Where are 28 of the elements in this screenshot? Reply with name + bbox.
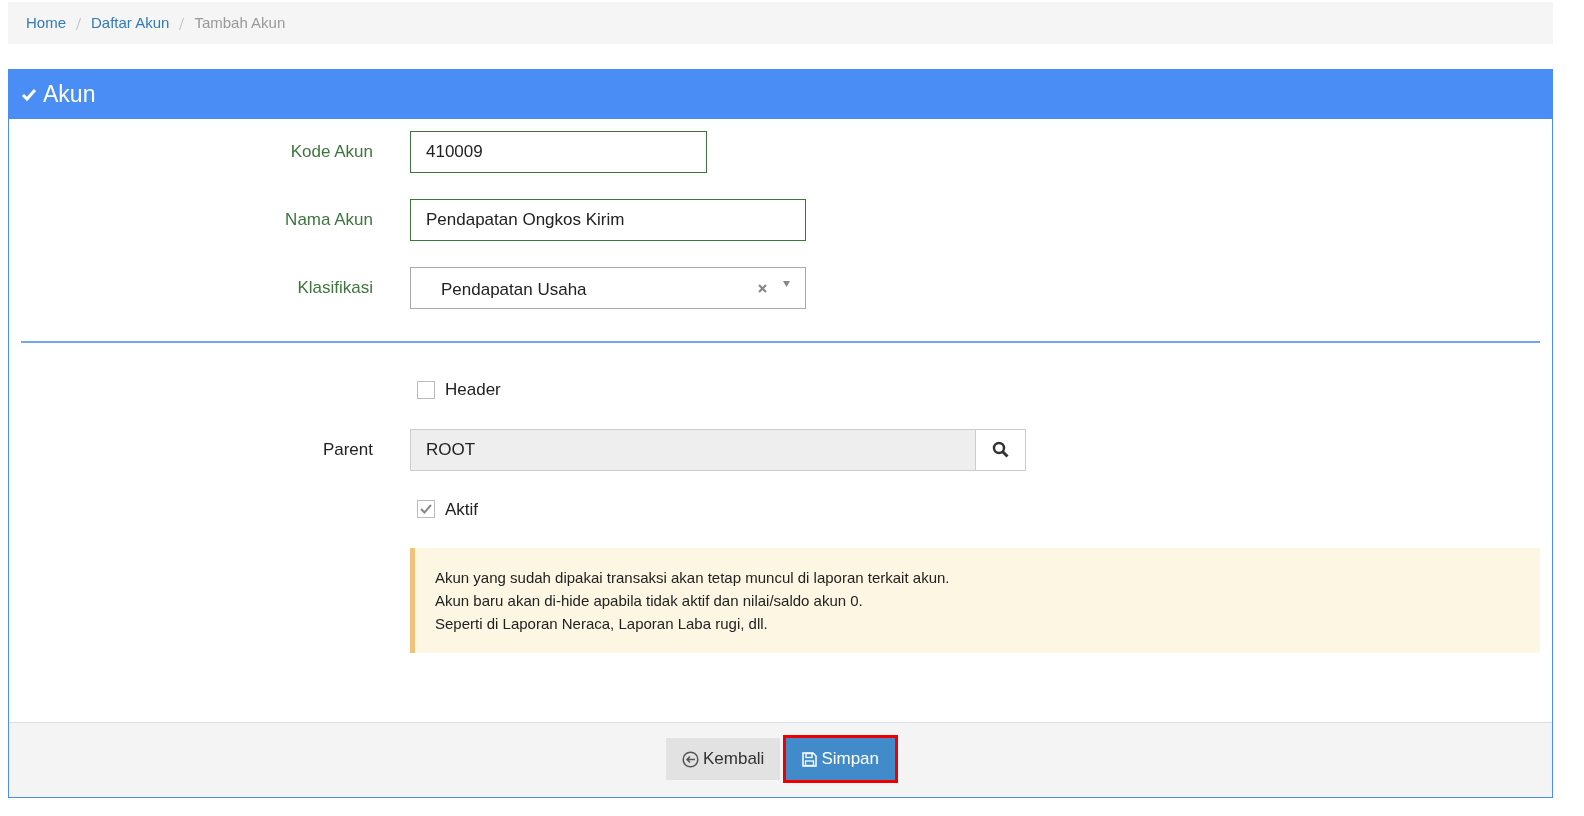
breadcrumb-current: Tambah Akun bbox=[194, 12, 286, 33]
clear-icon[interactable] bbox=[758, 283, 767, 293]
field-label: Parent bbox=[321, 438, 373, 461]
checkbox-label: Aktif bbox=[445, 498, 479, 521]
breadcrumb-separator-icon bbox=[179, 17, 185, 30]
notice-text: Seperti di Laporan Neraca, Laporan Laba rugi, dll. bbox=[435, 614, 769, 634]
dropdown-caret-icon[interactable] bbox=[783, 281, 790, 287]
panel-title: Akun bbox=[43, 80, 96, 110]
check-icon bbox=[21, 87, 37, 102]
search-icon bbox=[992, 441, 1009, 458]
input-field[interactable]: 410009 bbox=[410, 131, 707, 173]
field-label: Kode Akun bbox=[289, 141, 373, 164]
breadcrumb-link[interactable]: Daftar Akun bbox=[91, 11, 170, 35]
input-field[interactable]: Pendapatan Ongkos Kirim bbox=[410, 199, 806, 241]
checkbox-label: Header bbox=[445, 379, 501, 401]
input-field[interactable]: ROOT bbox=[410, 428, 976, 471]
notice-text: Akun baru akan di-hide apabila tidak aktif dan nilai/saldo akun 0. bbox=[435, 591, 864, 611]
checkbox[interactable] bbox=[417, 380, 435, 399]
field-label: Nama Akun bbox=[284, 209, 373, 232]
select-field[interactable]: Pendapatan Usaha bbox=[410, 267, 806, 309]
back-button[interactable]: Kembali bbox=[665, 738, 781, 780]
checkbox[interactable] bbox=[417, 500, 435, 519]
search-button[interactable] bbox=[976, 428, 1026, 471]
breadcrumb-link[interactable]: Home bbox=[26, 11, 66, 35]
breadcrumb-separator-icon bbox=[76, 17, 81, 30]
field-label: Klasifikasi bbox=[296, 277, 373, 300]
notice-text: Akun yang sudah dipakai transaksi akan tetap muncul di laporan terkait akun. bbox=[435, 568, 951, 588]
save-button[interactable]: Simpan bbox=[786, 738, 896, 780]
